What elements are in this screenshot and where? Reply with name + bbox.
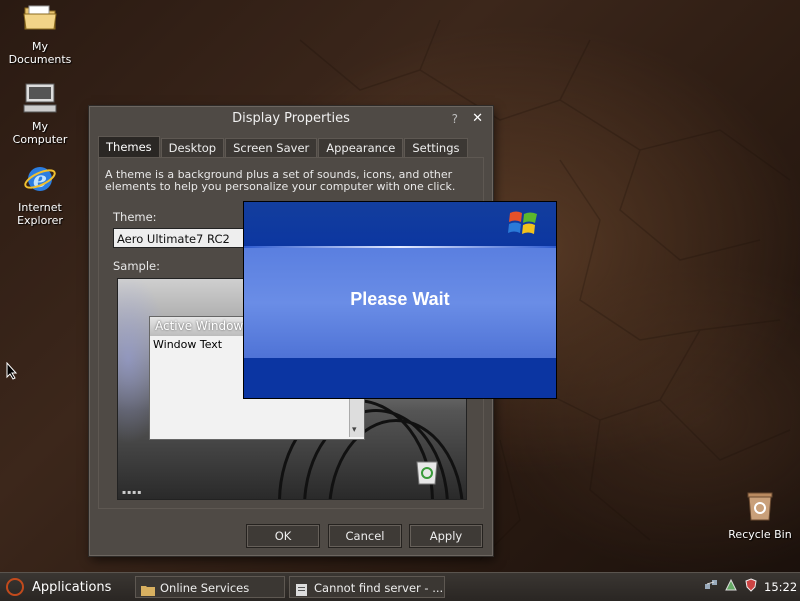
network-icon[interactable]: [704, 578, 718, 592]
browser-page-icon: [295, 581, 309, 596]
ok-button[interactable]: OK: [246, 524, 320, 548]
internet-explorer-icon: e: [23, 163, 57, 197]
tab-bar: Themes Desktop Screen Saver Appearance S…: [98, 136, 469, 157]
tab-themes[interactable]: Themes: [98, 136, 160, 157]
internet-explorer-desktop-icon[interactable]: e Internet Explorer: [0, 163, 80, 227]
cancel-button[interactable]: Cancel: [328, 524, 402, 548]
theme-label: Theme:: [113, 210, 157, 224]
system-tray: [704, 578, 758, 592]
taskbar-item-browser[interactable]: Cannot find server - ...: [289, 576, 445, 598]
tab-settings[interactable]: Settings: [404, 138, 468, 157]
taskbar-item-label: Cannot find server - ...: [314, 581, 444, 595]
help-button[interactable]: ?: [452, 107, 458, 131]
recycle-bin-icon: [743, 490, 777, 524]
my-documents-desktop-icon[interactable]: My Documents: [0, 2, 80, 66]
please-wait-message: Please Wait: [350, 289, 450, 309]
desktop-icon-label: My: [31, 40, 48, 53]
desktop-icon-label: Explorer: [17, 214, 63, 227]
applications-label: Applications: [32, 579, 112, 595]
theme-select[interactable]: Aero Ultimate7 RC2: [113, 228, 245, 248]
ubuntu-logo-icon: [6, 578, 24, 596]
clock[interactable]: 15:22: [764, 573, 797, 601]
sample-taskbar-hint: ▪▪▪▪: [122, 489, 143, 496]
tab-screen-saver[interactable]: Screen Saver: [225, 138, 318, 157]
themes-description: A theme is a background plus a set of so…: [105, 168, 456, 193]
tab-appearance[interactable]: Appearance: [318, 138, 404, 157]
applications-menu-button[interactable]: Applications: [6, 576, 111, 598]
dialog-footer-band: [244, 358, 556, 398]
desktop-icon-label: Internet: [18, 201, 62, 214]
sample-recycle-bin-icon: [414, 457, 440, 485]
taskbar-item-online-services[interactable]: Online Services: [135, 576, 285, 598]
desktop-icon-label: Recycle Bin: [728, 528, 792, 541]
mouse-cursor-icon: [6, 361, 18, 383]
desktop-icon-label: My: [31, 120, 48, 133]
windows-logo-icon: [507, 207, 541, 241]
close-button[interactable]: ✕: [472, 107, 483, 131]
sample-label: Sample:: [113, 259, 160, 273]
tab-desktop[interactable]: Desktop: [160, 138, 225, 157]
window-title: Display Properties: [232, 111, 350, 126]
folder-icon: [23, 2, 57, 36]
scroll-down-arrow-icon: ▾: [352, 425, 357, 435]
update-notifier-icon[interactable]: [724, 578, 738, 592]
desktop-icon-label: Documents: [8, 53, 72, 66]
desktop-icon-label: Computer: [12, 133, 68, 146]
shield-icon[interactable]: [744, 578, 758, 592]
sample-scrollbar: ▾: [349, 393, 364, 437]
taskbar: Applications Online Services Cannot find…: [0, 572, 800, 601]
apply-button[interactable]: Apply: [409, 524, 483, 548]
computer-icon: [23, 82, 57, 116]
taskbar-item-label: Online Services: [160, 581, 250, 595]
window-titlebar[interactable]: Display Properties ? ✕: [90, 107, 492, 131]
my-computer-desktop-icon[interactable]: My Computer: [0, 82, 80, 146]
folder-icon: [141, 581, 155, 596]
please-wait-dialog: Please Wait: [243, 201, 557, 399]
recycle-bin-desktop-icon[interactable]: Recycle Bin: [720, 490, 800, 541]
